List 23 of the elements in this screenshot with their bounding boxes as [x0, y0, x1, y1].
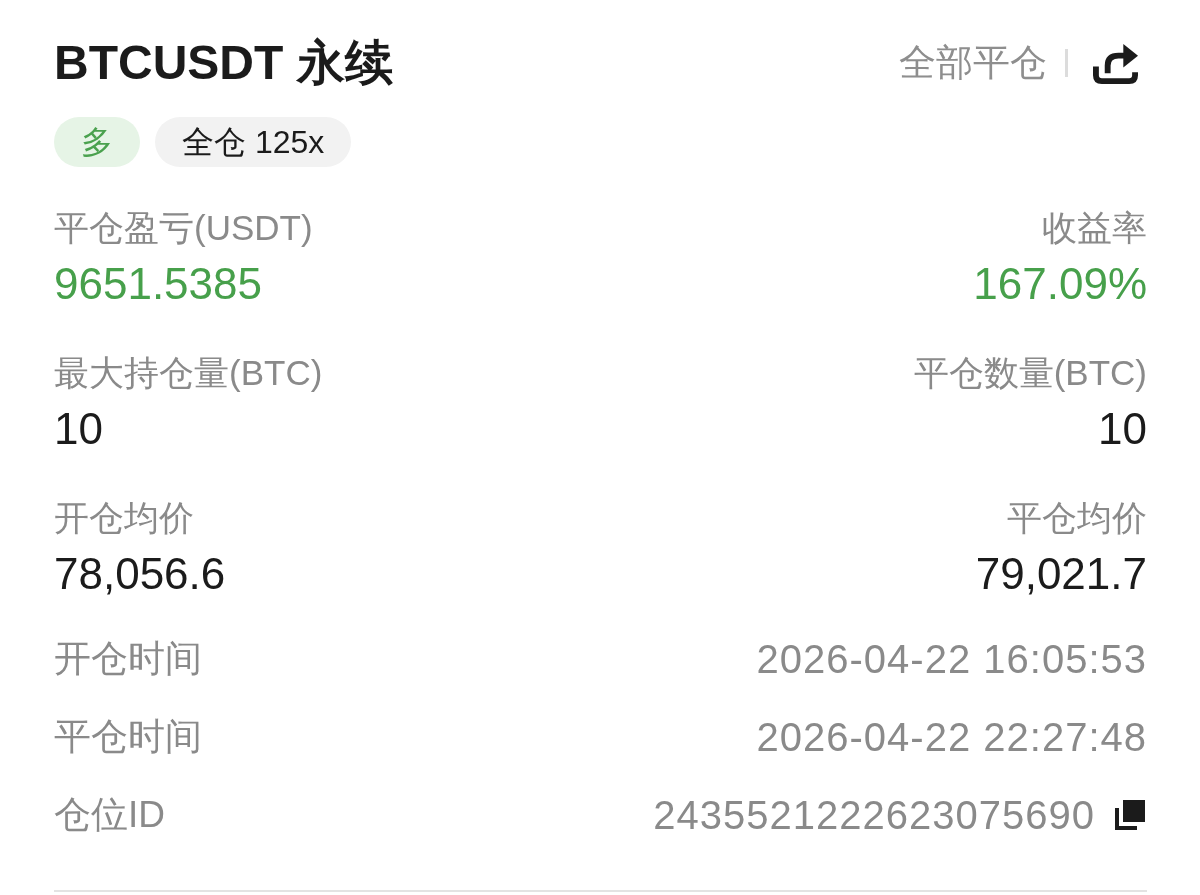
stat-label: 开仓均价	[54, 497, 194, 539]
position-side-tag: 多	[54, 117, 140, 167]
page-title: BTCUSDT 永续	[54, 35, 393, 91]
close-all-button[interactable]: 全部平仓	[899, 38, 1047, 88]
detail-value: 2026-04-22 16:05:53	[756, 636, 1147, 682]
stat-value: 10	[54, 403, 103, 455]
margin-mode-tag: 全仓 125x	[155, 117, 352, 167]
stat-value: 9651.5385	[54, 258, 262, 310]
stat-value: 78,056.6	[54, 548, 226, 600]
stat-value: 10	[1098, 403, 1147, 455]
stat-label: 最大持仓量(BTC)	[54, 352, 323, 394]
stat-value: 167.09%	[973, 258, 1147, 310]
stat-label: 平仓均价	[1007, 497, 1147, 539]
detail-label: 仓位ID	[54, 793, 165, 837]
detail-label: 平仓时间	[54, 715, 202, 759]
stat-label: 平仓数量(BTC)	[913, 352, 1147, 394]
detail-value: 2026-04-22 22:27:48	[756, 714, 1147, 760]
detail-value: 2435521222623075690	[653, 792, 1095, 838]
copy-icon[interactable]	[1115, 800, 1145, 830]
detail-label: 开仓时间	[54, 637, 202, 681]
stat-label: 收益率	[1042, 207, 1147, 249]
stat-value: 79,021.7	[975, 548, 1147, 600]
stat-label: 平仓盈亏(USDT)	[54, 207, 313, 249]
